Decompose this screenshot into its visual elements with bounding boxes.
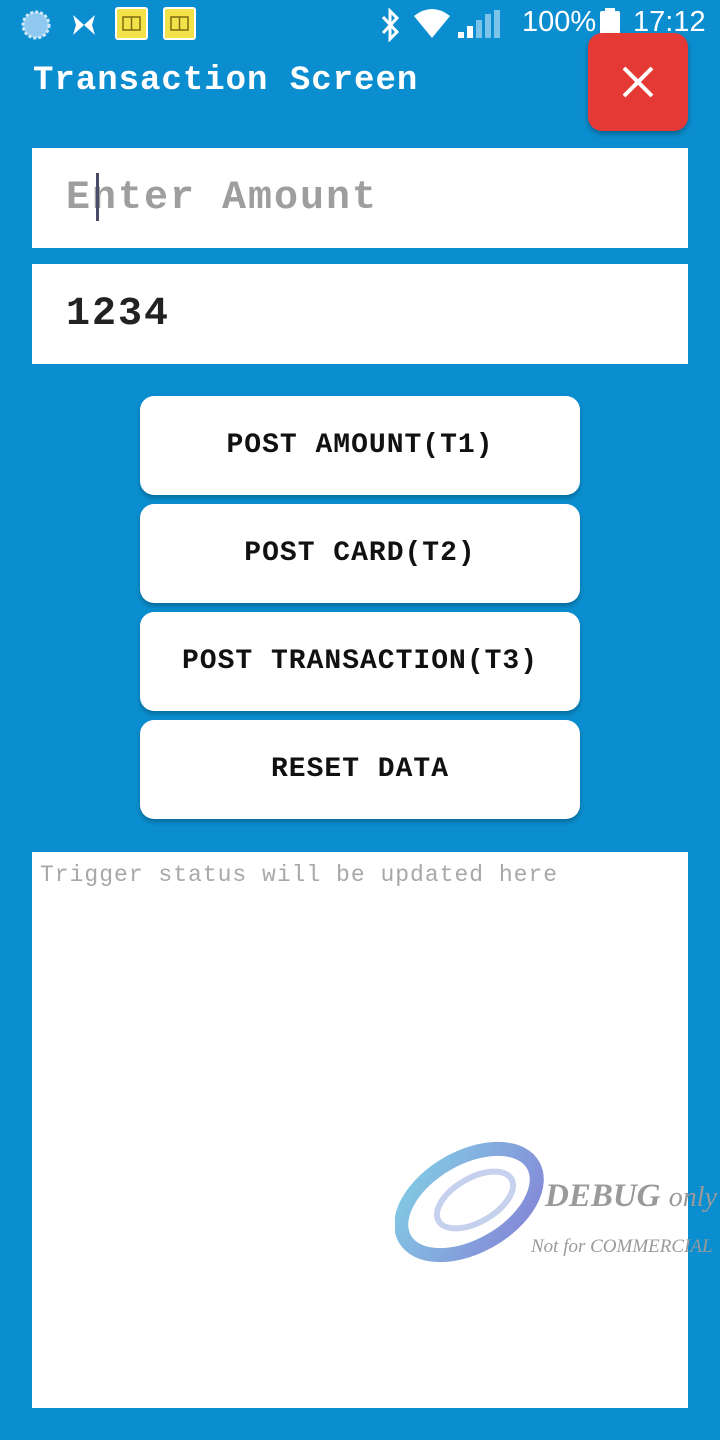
butterfly-icon — [73, 15, 95, 35]
trigger-status-area[interactable] — [32, 852, 688, 1408]
watermark-line2: Not for COMMERCIAL — [531, 1236, 713, 1257]
watermark-line1: DEBUG only — [545, 1178, 717, 1214]
amount-input[interactable] — [66, 148, 688, 248]
bluetooth-icon — [381, 8, 400, 42]
reset-data-button[interactable]: RESET DATA — [140, 720, 580, 819]
sim-card-icon — [163, 7, 196, 40]
debug-watermark: DEBUG only Not for COMMERCIAL — [395, 1140, 717, 1270]
wifi-icon — [414, 9, 450, 38]
text-cursor — [96, 173, 99, 221]
signal-icon — [458, 10, 500, 38]
battery-percent: 100% — [522, 6, 597, 38]
sim-card-icon — [115, 7, 148, 40]
post-amount-button[interactable]: POST AMOUNT(T1) — [140, 396, 580, 495]
post-transaction-button[interactable]: POST TRANSACTION(T3) — [140, 612, 580, 711]
post-card-button[interactable]: POST CARD(T2) — [140, 504, 580, 603]
amount-field[interactable] — [32, 148, 688, 248]
page-title: Transaction Screen — [33, 62, 419, 100]
close-button[interactable] — [588, 33, 688, 131]
pin-field[interactable] — [32, 264, 688, 364]
close-icon — [622, 66, 654, 98]
pin-input[interactable] — [66, 264, 688, 364]
sync-icon — [21, 10, 51, 40]
trigger-status-text[interactable] — [40, 862, 680, 1398]
